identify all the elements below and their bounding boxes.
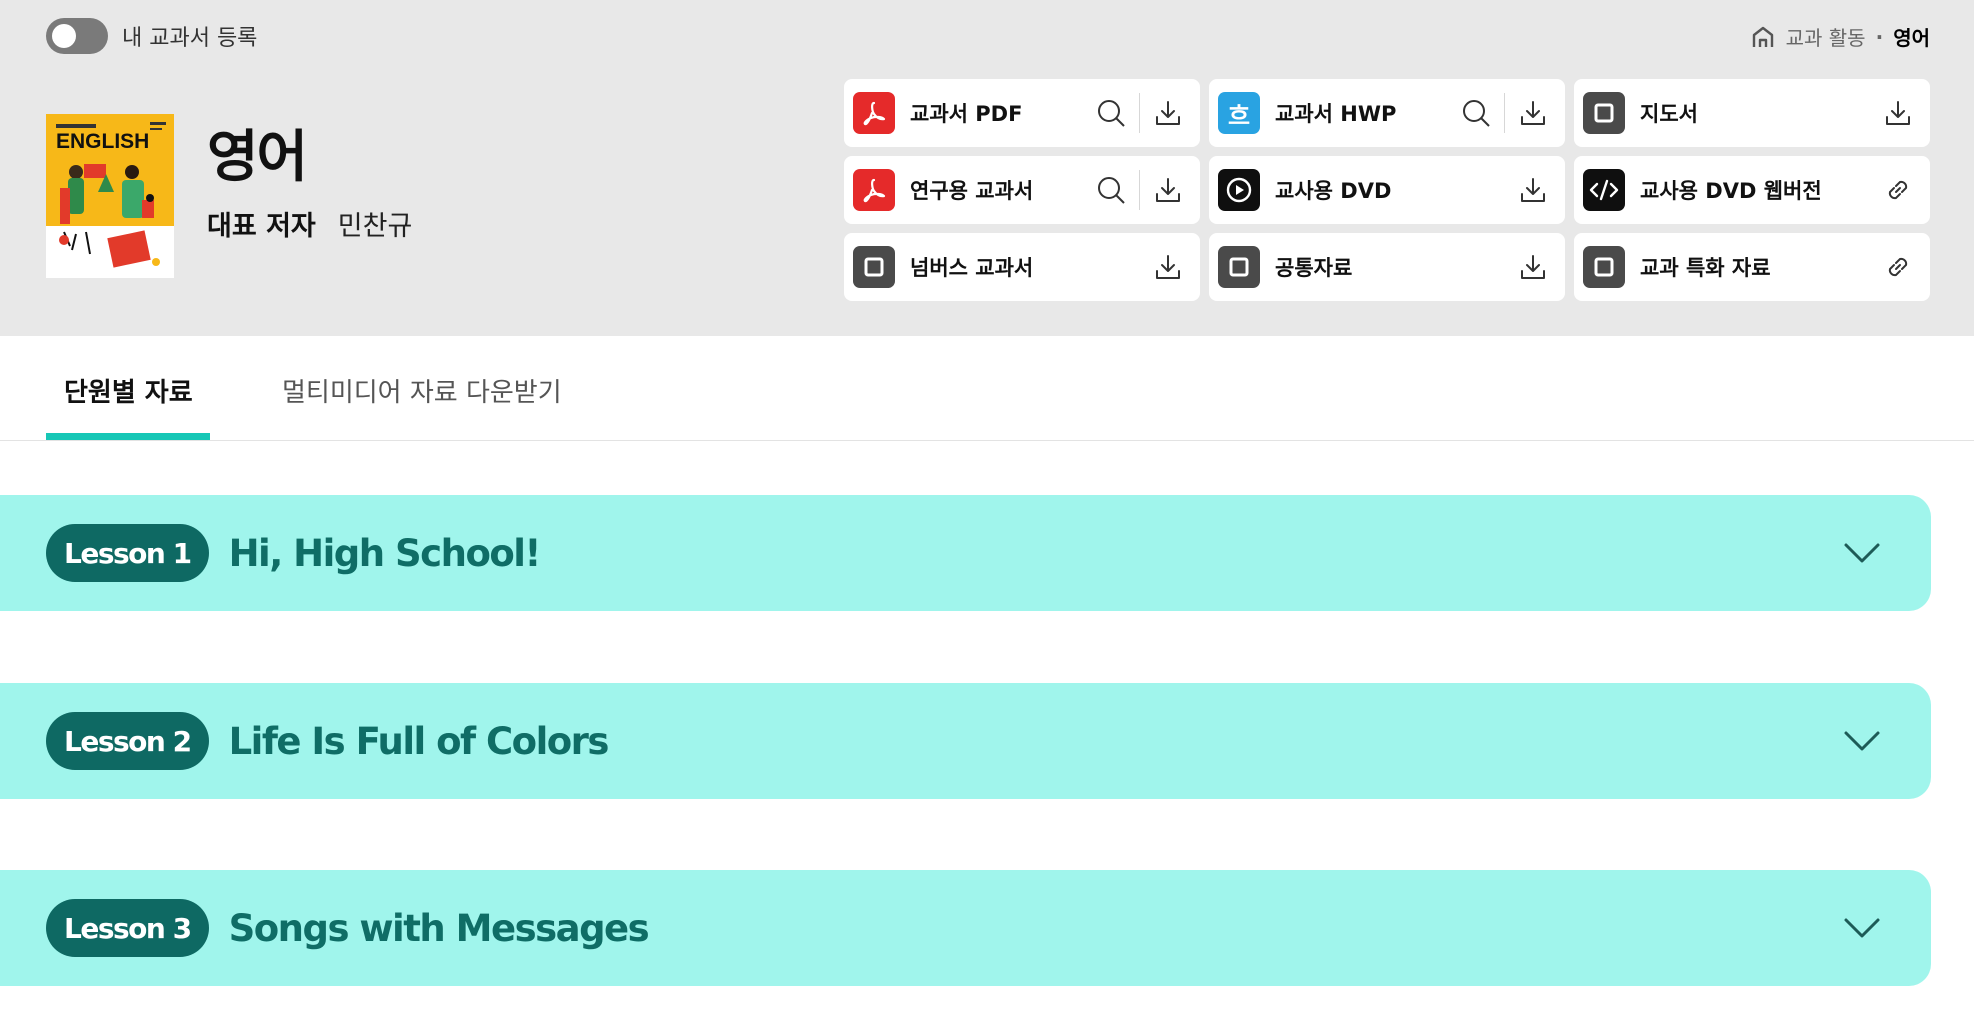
resource-label[interactable]: 지도서	[1640, 98, 1876, 128]
divider	[1139, 170, 1140, 210]
hwp-icon: 흐	[1218, 92, 1260, 134]
resource-label[interactable]: 넘버스 교과서	[910, 252, 1146, 282]
resource-card: 지도서	[1574, 79, 1930, 147]
register-textbook: 내 교과서 등록	[46, 18, 257, 54]
resource-label[interactable]: 교과서 PDF	[910, 98, 1089, 128]
download-icon[interactable]	[1511, 91, 1555, 135]
search-icon[interactable]	[1089, 168, 1133, 212]
author-info: 대표 저자 민찬규	[207, 204, 412, 243]
resource-card: 연구용 교과서	[844, 156, 1200, 224]
active-tab-indicator	[46, 433, 210, 440]
lesson-badge: Lesson 3	[46, 899, 209, 957]
resource-grid: 교과서 PDF 흐 교과서 HWP 지도서 연구용 교과서 교사용 DVD 교사…	[844, 79, 1930, 301]
lesson-badge: Lesson 1	[46, 524, 209, 582]
lesson-title: Hi, High School!	[228, 531, 542, 575]
resource-card: 교사용 DVD	[1209, 156, 1565, 224]
lesson-row-1[interactable]: Lesson 1 Hi, High School!	[0, 495, 1931, 611]
resource-card: 공통자료	[1209, 233, 1565, 301]
cover-title: ENGLISH	[56, 130, 149, 153]
pdf-icon	[853, 92, 895, 134]
toggle-knob	[52, 24, 76, 48]
pdf-icon	[853, 169, 895, 211]
resource-card: 교과 특화 자료	[1574, 233, 1930, 301]
divider	[1139, 93, 1140, 133]
link-icon[interactable]	[1876, 168, 1920, 212]
square-icon	[1218, 246, 1260, 288]
resource-card: 교과서 PDF	[844, 79, 1200, 147]
tab-bar: 단원별 자료 멀티미디어 자료 다운받기	[0, 336, 1974, 441]
square-icon	[1583, 246, 1625, 288]
download-icon[interactable]	[1146, 91, 1190, 135]
search-icon[interactable]	[1089, 91, 1133, 135]
lesson-row-3[interactable]: Lesson 3 Songs with Messages	[0, 870, 1931, 986]
resource-label[interactable]: 교사용 DVD	[1275, 175, 1511, 205]
chevron-down-icon[interactable]	[1843, 910, 1881, 946]
register-toggle[interactable]	[46, 18, 108, 54]
square-icon	[853, 246, 895, 288]
chevron-down-icon[interactable]	[1843, 723, 1881, 759]
lesson-title: Life Is Full of Colors	[228, 719, 610, 763]
download-icon[interactable]	[1146, 245, 1190, 289]
subject-title: 영어	[207, 125, 308, 190]
play-icon	[1218, 169, 1260, 211]
tab-multimedia-download[interactable]: 멀티미디어 자료 다운받기	[282, 372, 562, 409]
breadcrumb-section[interactable]: 교과 활동	[1786, 22, 1866, 51]
chevron-down-icon[interactable]	[1843, 535, 1881, 571]
code-icon	[1583, 169, 1625, 211]
resource-label[interactable]: 공통자료	[1275, 252, 1511, 282]
square-icon	[1583, 92, 1625, 134]
home-icon[interactable]	[1750, 24, 1776, 50]
download-icon[interactable]	[1511, 245, 1555, 289]
resource-label[interactable]: 교사용 DVD 웹버전	[1640, 175, 1876, 205]
author-label: 대표 저자	[207, 211, 316, 242]
register-toggle-label: 내 교과서 등록	[122, 26, 258, 51]
divider	[1504, 93, 1505, 133]
resource-card: 흐 교과서 HWP	[1209, 79, 1565, 147]
download-icon[interactable]	[1146, 168, 1190, 212]
resource-label[interactable]: 교과 특화 자료	[1640, 252, 1876, 282]
download-icon[interactable]	[1511, 168, 1555, 212]
resource-label[interactable]: 교과서 HWP	[1275, 98, 1454, 128]
resource-card: 교사용 DVD 웹버전	[1574, 156, 1930, 224]
search-icon[interactable]	[1454, 91, 1498, 135]
textbook-header: 내 교과서 등록 교과 활동 · 영어 ENGLISH 영어 대표 저자 민찬규…	[0, 0, 1974, 336]
lesson-row-2[interactable]: Lesson 2 Life Is Full of Colors	[0, 683, 1931, 799]
lesson-badge: Lesson 2	[46, 712, 209, 770]
link-icon[interactable]	[1876, 245, 1920, 289]
tab-unit-materials[interactable]: 단원별 자료	[64, 372, 193, 409]
breadcrumb: 교과 활동 · 영어	[1750, 22, 1930, 51]
textbook-cover: ENGLISH	[46, 114, 174, 278]
author-name: 민찬규	[337, 211, 413, 242]
lesson-title: Songs with Messages	[228, 906, 650, 950]
breadcrumb-current: 영어	[1893, 26, 1930, 50]
resource-card: 넘버스 교과서	[844, 233, 1200, 301]
resource-label[interactable]: 연구용 교과서	[910, 175, 1089, 205]
download-icon[interactable]	[1876, 91, 1920, 135]
breadcrumb-separator: ·	[1875, 24, 1884, 49]
